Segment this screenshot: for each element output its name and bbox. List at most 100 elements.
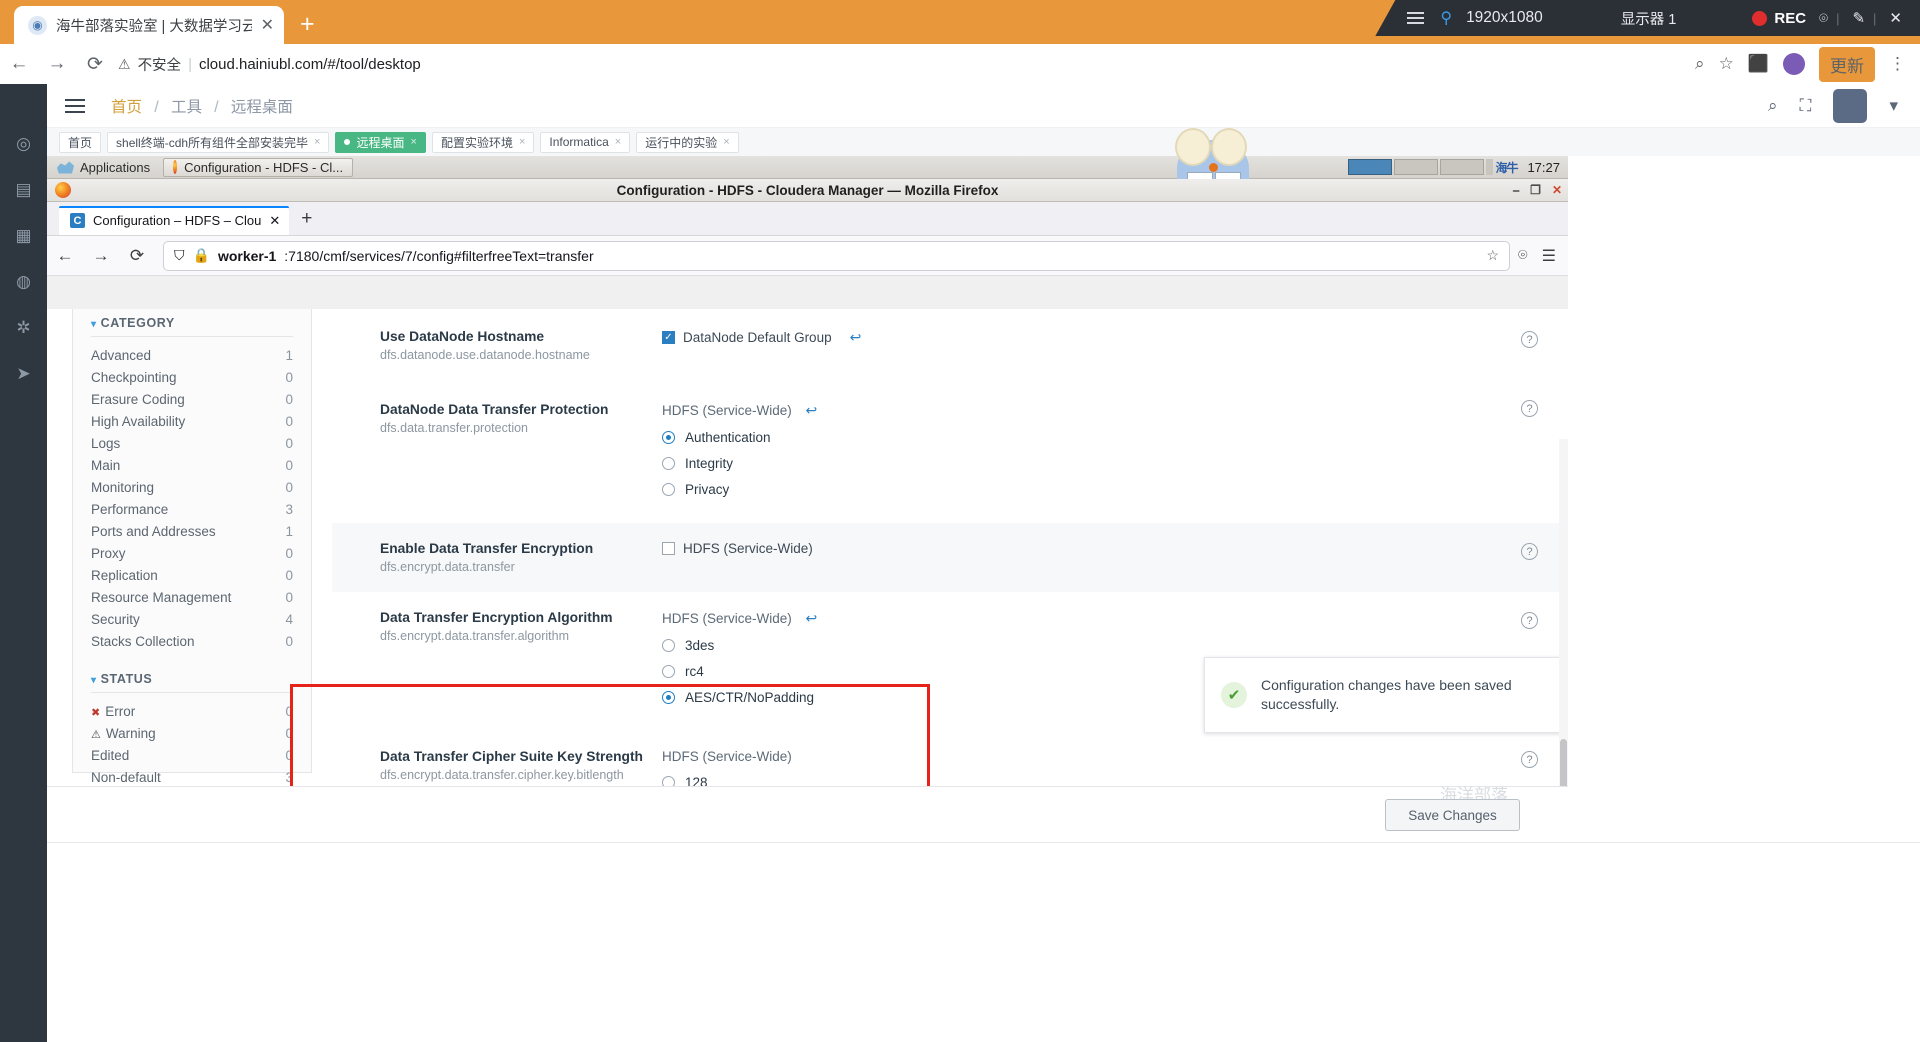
reload-icon[interactable]: ⟳ xyxy=(119,246,155,266)
reload-icon[interactable]: ⟳ xyxy=(76,53,114,76)
new-tab-button[interactable]: + xyxy=(300,10,315,39)
pocket-icon[interactable]: ⌾ xyxy=(1518,247,1528,265)
sidebar-item-proxy[interactable]: Proxy 0 xyxy=(91,542,293,564)
address-bar[interactable]: ⚠ 不安全 | cloud.hainiubl.com/#/tool/deskto… xyxy=(118,49,1685,79)
tray-handle[interactable] xyxy=(1486,159,1494,175)
forward-icon[interactable]: → xyxy=(83,246,119,266)
radio-option-privacy[interactable]: Privacy xyxy=(662,482,1568,497)
sidebar-status-warning[interactable]: ⚠ Warning 0 xyxy=(91,722,293,744)
close-icon[interactable]: × xyxy=(723,136,729,148)
radio-option-3des[interactable]: 3des xyxy=(662,638,1568,653)
profile-avatar[interactable] xyxy=(1783,53,1805,75)
radio-icon[interactable] xyxy=(662,639,675,652)
tray-item-blue[interactable] xyxy=(1348,159,1393,175)
help-icon[interactable]: ? xyxy=(1521,543,1538,560)
tray-item-gray[interactable] xyxy=(1394,159,1439,175)
sidebar-item-monitoring[interactable]: Monitoring 0 xyxy=(91,476,293,498)
page-scrollbar[interactable] xyxy=(1559,439,1568,836)
maximize-icon[interactable]: ❐ xyxy=(1530,183,1541,198)
close-icon[interactable]: ✕ xyxy=(261,15,274,35)
config-checkbox[interactable] xyxy=(662,542,675,555)
sidebar-status-edited[interactable]: Edited 0 xyxy=(91,744,293,766)
pen-icon[interactable]: ✎ xyxy=(1852,9,1865,27)
sidebar-status-error[interactable]: ✖ Error 0 xyxy=(91,700,293,722)
minimize-icon[interactable]: ⎯ xyxy=(1513,183,1519,198)
app-tab-home[interactable]: 首页 xyxy=(59,131,102,153)
radio-option-integrity[interactable]: Integrity xyxy=(662,456,1568,471)
undo-icon[interactable]: ↩ xyxy=(806,610,818,626)
firefox-tab-cloudera[interactable]: C Configuration – HDFS – Clou ✕ xyxy=(59,206,290,235)
sidebar-icon-send[interactable]: ➤ xyxy=(0,364,47,384)
app-tab-running-labs[interactable]: 运行中的实验 × xyxy=(636,131,739,153)
help-icon[interactable]: ? xyxy=(1521,400,1538,417)
chrome-menu-icon[interactable]: ⋮ xyxy=(1889,54,1906,74)
update-button[interactable]: 更新 xyxy=(1819,46,1875,82)
sidebar-item-high-availability[interactable]: High Availability 0 xyxy=(91,410,293,432)
sidebar-icon-dashboard[interactable]: ◎ xyxy=(0,134,47,154)
help-icon[interactable]: ? xyxy=(1521,331,1538,348)
breadcrumb-tool[interactable]: 工具 xyxy=(171,99,202,116)
sidebar-item-logs[interactable]: Logs 0 xyxy=(91,432,293,454)
breadcrumb-home[interactable]: 首页 xyxy=(111,99,142,116)
sidebar-status-non-default[interactable]: Non-default 3 xyxy=(91,766,293,788)
radio-icon[interactable] xyxy=(662,483,675,496)
firefox-address-bar[interactable]: ⛉ 🔒 worker-1:7180/cmf/services/7/config#… xyxy=(163,240,1511,271)
zoom-icon[interactable]: ⌕ xyxy=(1695,54,1705,74)
help-icon[interactable]: ? xyxy=(1521,612,1538,629)
lock-icon[interactable]: 🔒 xyxy=(193,247,210,264)
undo-icon[interactable]: ↩ xyxy=(806,402,818,418)
extensions-icon[interactable]: ⬛ xyxy=(1748,54,1769,74)
firefox-menu-icon[interactable]: ☰ xyxy=(1542,246,1556,266)
sidebar-icon-grid[interactable]: ▦ xyxy=(0,226,47,246)
tray-item-gray[interactable] xyxy=(1440,159,1485,175)
close-icon[interactable]: × xyxy=(615,136,621,148)
chevron-down-icon[interactable]: ▾ xyxy=(91,319,97,330)
sidebar-item-replication[interactable]: Replication 0 xyxy=(91,564,293,586)
close-icon[interactable]: × xyxy=(411,136,417,148)
chevron-down-icon[interactable]: ▾ xyxy=(91,675,97,686)
pin-icon[interactable]: ⚲ xyxy=(1440,8,1452,28)
back-icon[interactable]: ← xyxy=(0,53,38,75)
sidebar-item-ports-and-addresses[interactable]: Ports and Addresses 1 xyxy=(91,520,293,542)
close-icon[interactable]: × xyxy=(314,136,320,148)
sidebar-item-resource-management[interactable]: Resource Management 0 xyxy=(91,586,293,608)
applications-menu[interactable]: Applications xyxy=(47,156,160,179)
search-icon[interactable]: ⌕ xyxy=(1768,96,1778,116)
chrome-tab[interactable]: ◉ 海牛部落实验室 | 大数据学习云环 ✕ xyxy=(14,6,284,44)
sidebar-icon-globe[interactable]: ◍ xyxy=(0,272,47,292)
back-icon[interactable]: ← xyxy=(47,246,83,266)
remote-desktop-viewport[interactable]: Applications Configuration - HDFS - Cl..… xyxy=(47,128,1568,836)
radio-icon[interactable] xyxy=(662,431,675,444)
sidebar-item-stacks-collection[interactable]: Stacks Collection 0 xyxy=(91,630,293,652)
sidebar-item-security[interactable]: Security 4 xyxy=(91,608,293,630)
bookmark-star-icon[interactable]: ☆ xyxy=(1486,247,1499,264)
shield-icon[interactable]: ⛉ xyxy=(174,247,185,264)
new-tab-button[interactable]: + xyxy=(301,208,312,230)
sidebar-item-performance[interactable]: Performance 3 xyxy=(91,498,293,520)
help-icon[interactable]: ? xyxy=(1521,751,1538,768)
close-icon[interactable]: ✕ xyxy=(269,213,280,229)
chevron-down-icon[interactable]: ▾ xyxy=(1889,96,1898,116)
save-changes-button[interactable]: Save Changes xyxy=(1385,799,1520,831)
camera-icon[interactable]: ⌾ xyxy=(1819,10,1828,27)
sidebar-item-advanced[interactable]: Advanced 1 xyxy=(91,344,293,366)
sidebar-item-checkpointing[interactable]: Checkpointing 0 xyxy=(91,366,293,388)
avatar[interactable] xyxy=(1833,88,1868,123)
forward-icon[interactable]: → xyxy=(38,53,76,75)
menu-toggle-icon[interactable] xyxy=(65,95,85,117)
radio-option-authentication[interactable]: Authentication xyxy=(662,430,1568,445)
app-tab-informatica[interactable]: Informatica × xyxy=(540,131,631,153)
bookmark-star-icon[interactable]: ☆ xyxy=(1719,54,1734,74)
sidebar-icon-docs[interactable]: ▤ xyxy=(0,180,47,200)
fullscreen-icon[interactable]: ⛶ xyxy=(1800,96,1812,116)
sidebar-icon-settings[interactable]: ✲ xyxy=(0,318,47,338)
app-tab-configure-env[interactable]: 配置实验环境 × xyxy=(431,131,535,153)
sidebar-item-main[interactable]: Main 0 xyxy=(91,454,293,476)
app-tab-remote-desktop[interactable]: 远程桌面 × xyxy=(335,131,426,153)
sidebar-item-erasure-coding[interactable]: Erasure Coding 0 xyxy=(91,388,293,410)
radio-icon[interactable] xyxy=(662,665,675,678)
undo-icon[interactable]: ↩ xyxy=(850,329,862,346)
taskbar-window-button[interactable]: Configuration - HDFS - Cl... xyxy=(163,157,354,177)
recorder-menu-icon[interactable] xyxy=(1407,9,1425,27)
close-icon[interactable]: ✕ xyxy=(1552,183,1562,198)
